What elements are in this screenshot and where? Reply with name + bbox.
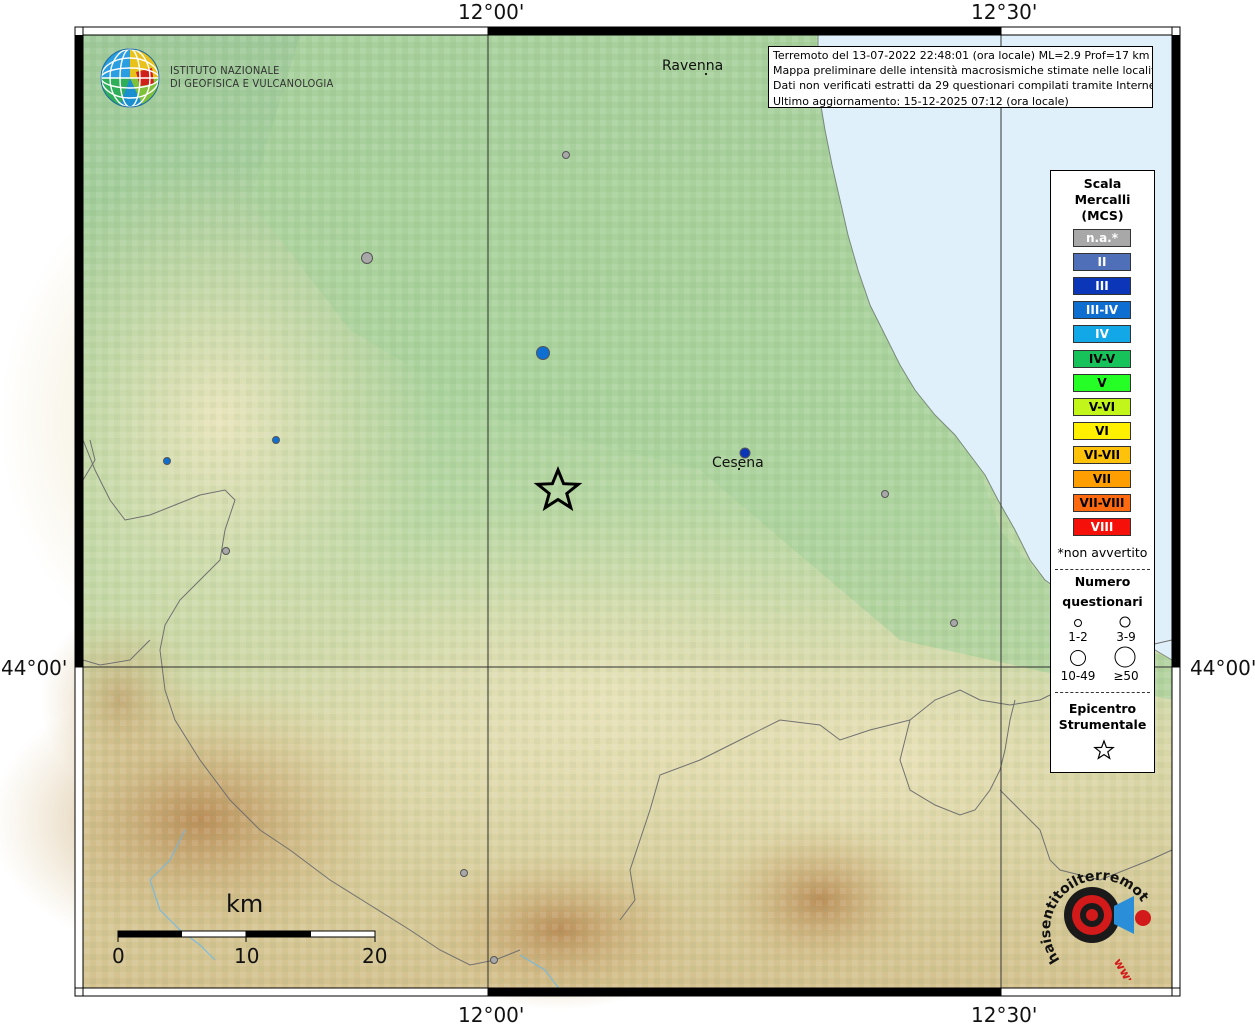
info-line1: Terremoto del 13-07-2022 22:48:01 (ora l…	[773, 49, 1150, 62]
locality-point	[950, 619, 958, 627]
mcs-swatch: III-IV	[1073, 301, 1131, 320]
lon-label-top-left: 12°00'	[458, 0, 525, 24]
scale-tick-10: 10	[234, 944, 260, 968]
info-line4: Ultimo aggiornamento: 15-12-2025 07:12 (…	[773, 94, 1069, 108]
mcs-swatch: VI-VII	[1073, 445, 1131, 464]
haisentito-logo: haisentitoilterremoto.it www.	[1030, 860, 1152, 980]
lon-label-bottom-left: 12°00'	[458, 1003, 525, 1027]
watermark-url: www.	[1111, 956, 1142, 980]
legend-title-2: Mercalli	[1074, 192, 1131, 207]
locality-point	[881, 490, 889, 498]
locality-point	[272, 436, 280, 444]
mcs-swatch: VII	[1073, 470, 1131, 488]
count-label-10-49: 10-49	[1060, 669, 1096, 683]
locality-point	[222, 547, 230, 555]
info-line3: Dati non verificati estratti da 29 quest…	[773, 79, 1153, 93]
mcs-swatch: VI	[1073, 421, 1131, 440]
count-title-1: Numero	[1074, 574, 1131, 589]
mcs-swatch: V-VI	[1073, 397, 1131, 416]
locality-point	[536, 346, 550, 360]
institute-name-line2: di Geofisica e Vulcanologia	[170, 77, 334, 90]
ingv-logo: Istituto Nazionale di Geofisica e Vulcan…	[100, 48, 360, 110]
locality-point	[460, 869, 468, 877]
institute-name-line1: Istituto Nazionale	[170, 64, 280, 77]
scale-tick-0: 0	[112, 944, 125, 968]
legend-divider	[1055, 692, 1150, 693]
mcs-swatch: III	[1073, 277, 1131, 296]
mcs-swatch: II	[1073, 253, 1131, 272]
lon-label-bottom-right: 12°30'	[971, 1003, 1038, 1027]
event-info-box: Terremoto del 13-07-2022 22:48:01 (ora l…	[768, 46, 1153, 108]
epicenter-title-2: Strumentale	[1058, 717, 1147, 732]
lon-label-top-right: 12°30'	[971, 0, 1038, 24]
locality-point	[361, 252, 373, 264]
mcs-swatch: VII-VIII	[1073, 494, 1131, 513]
place-cesena: Cesena	[712, 455, 764, 471]
count-label-50: ≥50	[1113, 669, 1139, 683]
scale-tick-20: 20	[362, 944, 388, 968]
legend-divider	[1055, 569, 1150, 570]
legend-title-1: Scala	[1083, 176, 1122, 191]
mcs-swatch: n.a.*	[1073, 229, 1131, 247]
lat-label-right: 44°00'	[1190, 656, 1255, 680]
mcs-swatch: VIII	[1073, 518, 1131, 537]
count-label-1-2: 1-2	[1068, 630, 1088, 644]
locality-point	[490, 956, 498, 964]
scale-unit: km	[226, 890, 264, 918]
place-ravenna: Ravenna	[662, 58, 724, 74]
mcs-swatch: IV-V	[1073, 349, 1131, 368]
legend-title-3: (MCS)	[1081, 208, 1124, 223]
mcs-swatch: IV	[1073, 325, 1131, 344]
legend: Scala Mercalli (MCS) n.a.* II III III-IV IV I…	[1050, 170, 1155, 773]
legend-note: *non avvertito	[1057, 545, 1148, 560]
count-label-3-9: 3-9	[1116, 630, 1136, 644]
locality-point	[562, 151, 570, 159]
epicenter-title-1: Epicentro	[1068, 701, 1137, 716]
count-title-2: questionari	[1062, 594, 1143, 609]
mcs-swatch: V	[1073, 373, 1131, 392]
locality-point	[163, 457, 171, 465]
lat-label-left: 44°00'	[1, 656, 68, 680]
legend-star-icon	[1093, 739, 1115, 760]
info-line2: Mappa preliminare delle intensità macros…	[773, 64, 1153, 78]
